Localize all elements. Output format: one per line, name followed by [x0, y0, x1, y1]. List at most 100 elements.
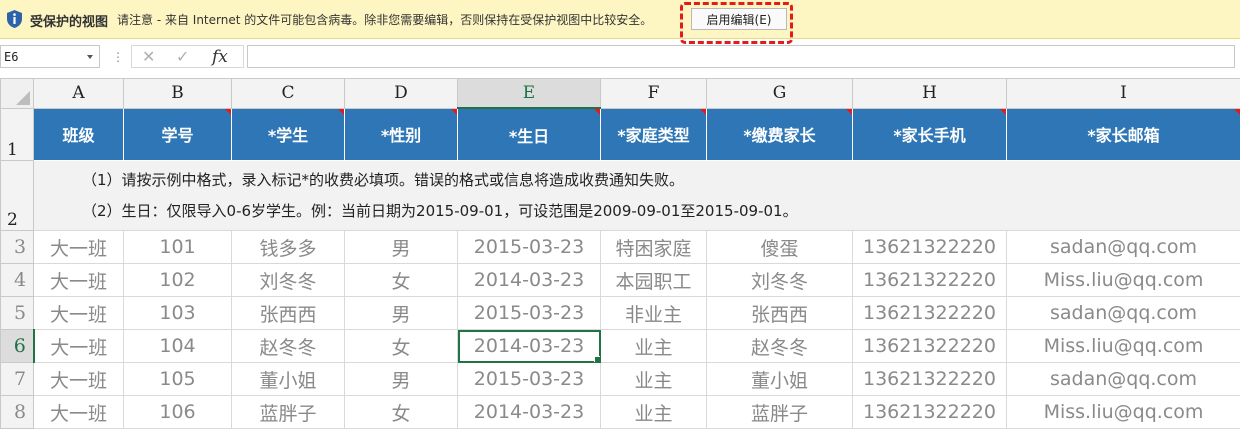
cell-student[interactable]: 董小姐 — [231, 362, 345, 396]
header-cell-paying-parent[interactable]: *缴费家长 — [706, 107, 853, 161]
formula-input[interactable] — [247, 45, 1235, 68]
cell-parent-email[interactable]: Miss.liu@qq.com — [1006, 395, 1240, 429]
cell-parent-phone[interactable]: 13621322220 — [852, 263, 1007, 297]
row-header[interactable]: 7 — [0, 362, 34, 396]
cell-gender[interactable]: 男 — [344, 296, 458, 330]
cell-class[interactable]: 大一班 — [33, 362, 124, 396]
cell-paying-parent[interactable]: 董小姐 — [706, 362, 853, 396]
cell-parent-phone[interactable]: 13621322220 — [852, 395, 1007, 429]
column-header-a[interactable]: A — [33, 78, 124, 109]
cell-gender[interactable]: 男 — [344, 362, 458, 396]
cell-class[interactable]: 大一班 — [33, 296, 124, 330]
cell-parent-email[interactable]: sadan@qq.com — [1006, 296, 1240, 330]
fill-handle[interactable] — [594, 356, 600, 362]
cell-value: 男 — [391, 303, 411, 326]
cell-gender[interactable]: 女 — [344, 329, 458, 363]
column-header-f[interactable]: F — [600, 78, 707, 109]
row-header[interactable]: 5 — [0, 296, 34, 330]
cell-value: 钱多多 — [259, 237, 317, 260]
row-header[interactable]: 4 — [0, 263, 34, 297]
cell-paying-parent[interactable]: 赵冬冬 — [706, 329, 853, 363]
table-header-row: 1 班级 学号 *学生 *性别 *生日 *家庭类型 *缴费家长 *家长手机 *家… — [0, 107, 1240, 161]
cell-value: 蓝胖子 — [750, 402, 808, 425]
header-cell-student[interactable]: *学生 — [231, 107, 345, 161]
cell-value: 13621322220 — [863, 236, 996, 258]
cell-paying-parent[interactable]: 刘冬冬 — [706, 263, 853, 297]
cell-gender[interactable]: 女 — [344, 263, 458, 297]
cell-parent-phone[interactable]: 13621322220 — [852, 230, 1007, 264]
cell-family-type[interactable]: 非业主 — [600, 296, 707, 330]
cell-student[interactable]: 刘冬冬 — [231, 263, 345, 297]
header-cell-parent-phone[interactable]: *家长手机 — [852, 107, 1007, 161]
cell-family-type[interactable]: 特困家庭 — [600, 230, 707, 264]
cell-class[interactable]: 大一班 — [33, 329, 124, 363]
header-cell-parent-email[interactable]: *家长邮箱 — [1006, 107, 1240, 161]
cell-student-id[interactable]: 103 — [123, 296, 232, 330]
instruction-cell[interactable]: （1）请按示例中格式，录入标记*的收费必填项。错误的格式或信息将造成收费通知失败… — [33, 160, 1240, 231]
chevron-down-icon[interactable] — [87, 55, 93, 59]
cell-student-id[interactable]: 101 — [123, 230, 232, 264]
cell-parent-phone[interactable]: 13621322220 — [852, 296, 1007, 330]
header-cell-class[interactable]: 班级 — [33, 107, 124, 161]
column-header-i[interactable]: I — [1006, 78, 1240, 109]
column-header-h[interactable]: H — [852, 78, 1007, 109]
cell-parent-email[interactable]: sadan@qq.com — [1006, 362, 1240, 396]
cell-parent-email[interactable]: sadan@qq.com — [1006, 230, 1240, 264]
check-icon[interactable]: ✓ — [176, 49, 196, 65]
close-icon[interactable]: ✕ — [142, 49, 162, 65]
cell-parent-phone[interactable]: 13621322220 — [852, 329, 1007, 363]
cell-birthday[interactable]: 2015-03-23 — [457, 230, 601, 264]
cell-parent-email[interactable]: Miss.liu@qq.com — [1006, 329, 1240, 363]
table-row: 7 大一班 105 董小姐 男 2015-03-23 业主 董小姐 13621322220 sad… — [0, 362, 1240, 396]
cell-class[interactable]: 大一班 — [33, 395, 124, 429]
cell-paying-parent[interactable]: 张西西 — [706, 296, 853, 330]
cell-gender[interactable]: 男 — [344, 230, 458, 264]
cell-birthday[interactable]: 2014-03-23 — [457, 329, 601, 363]
cell-student-id[interactable]: 104 — [123, 329, 232, 363]
row-header[interactable]: 1 — [0, 107, 34, 161]
column-header-b[interactable]: B — [123, 78, 232, 109]
cell-paying-parent[interactable]: 蓝胖子 — [706, 395, 853, 429]
cell-family-type[interactable]: 本园职工 — [600, 263, 707, 297]
header-cell-birthday[interactable]: *生日 — [457, 107, 601, 161]
function-icon[interactable]: fx — [212, 47, 238, 67]
column-header-c[interactable]: C — [231, 78, 345, 109]
cell-paying-parent[interactable]: 傻蛋 — [706, 230, 853, 264]
column-header-d[interactable]: D — [344, 78, 458, 109]
cell-gender[interactable]: 女 — [344, 395, 458, 429]
cell-student[interactable]: 张西西 — [231, 296, 345, 330]
header-cell-student-id[interactable]: 学号 — [123, 107, 232, 161]
header-cell-gender[interactable]: *性别 — [344, 107, 458, 161]
cell-parent-email[interactable]: Miss.liu@qq.com — [1006, 263, 1240, 297]
formula-bar-separator[interactable]: ⋮ — [112, 50, 124, 64]
cell-student-id[interactable]: 102 — [123, 263, 232, 297]
cell-student[interactable]: 赵冬冬 — [231, 329, 345, 363]
cell-parent-phone[interactable]: 13621322220 — [852, 362, 1007, 396]
cell-birthday[interactable]: 2014-03-23 — [457, 395, 601, 429]
cell-value: 女 — [391, 336, 411, 359]
cell-birthday[interactable]: 2015-03-23 — [457, 296, 601, 330]
cell-student[interactable]: 蓝胖子 — [231, 395, 345, 429]
header-cell-family-type[interactable]: *家庭类型 — [600, 107, 707, 161]
cell-student-id[interactable]: 105 — [123, 362, 232, 396]
select-all-corner[interactable] — [0, 78, 34, 109]
column-header-e[interactable]: E — [457, 78, 601, 109]
row-header[interactable]: 2 — [0, 160, 34, 231]
cell-family-type[interactable]: 业主 — [600, 329, 707, 363]
cell-family-type[interactable]: 业主 — [600, 362, 707, 396]
cell-birthday[interactable]: 2015-03-23 — [457, 362, 601, 396]
cell-class[interactable]: 大一班 — [33, 263, 124, 297]
name-box[interactable]: E6 — [0, 45, 100, 68]
cell-family-type[interactable]: 业主 — [600, 395, 707, 429]
comment-indicator-icon — [338, 108, 344, 115]
column-header-g[interactable]: G — [706, 78, 853, 109]
cell-student-id[interactable]: 106 — [123, 395, 232, 429]
row-header[interactable]: 8 — [0, 395, 34, 429]
cell-birthday[interactable]: 2014-03-23 — [457, 263, 601, 297]
cell-class[interactable]: 大一班 — [33, 230, 124, 264]
row-header[interactable]: 6 — [0, 329, 35, 363]
enable-editing-button[interactable]: 启用编辑(E) — [691, 8, 787, 30]
cell-value: 大一班 — [49, 303, 107, 326]
row-header[interactable]: 3 — [0, 230, 34, 264]
cell-student[interactable]: 钱多多 — [231, 230, 345, 264]
